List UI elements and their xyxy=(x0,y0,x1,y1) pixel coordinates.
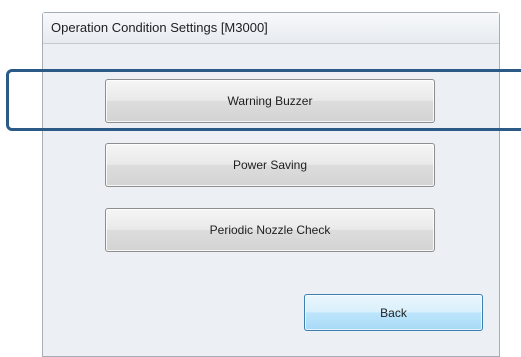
warning-buzzer-label: Warning Buzzer xyxy=(227,94,313,108)
periodic-nozzle-check-label: Periodic Nozzle Check xyxy=(209,223,331,237)
back-button[interactable]: Back xyxy=(304,294,483,331)
warning-buzzer-button[interactable]: Warning Buzzer xyxy=(105,79,435,123)
power-saving-label: Power Saving xyxy=(232,158,308,172)
operation-condition-settings-dialog: Operation Condition Settings [M3000] War… xyxy=(42,12,500,357)
power-saving-button[interactable]: Power Saving xyxy=(105,143,435,187)
dialog-title: Operation Condition Settings [M3000] xyxy=(43,13,499,44)
back-label: Back xyxy=(380,305,407,320)
periodic-nozzle-check-button[interactable]: Periodic Nozzle Check xyxy=(105,208,435,252)
